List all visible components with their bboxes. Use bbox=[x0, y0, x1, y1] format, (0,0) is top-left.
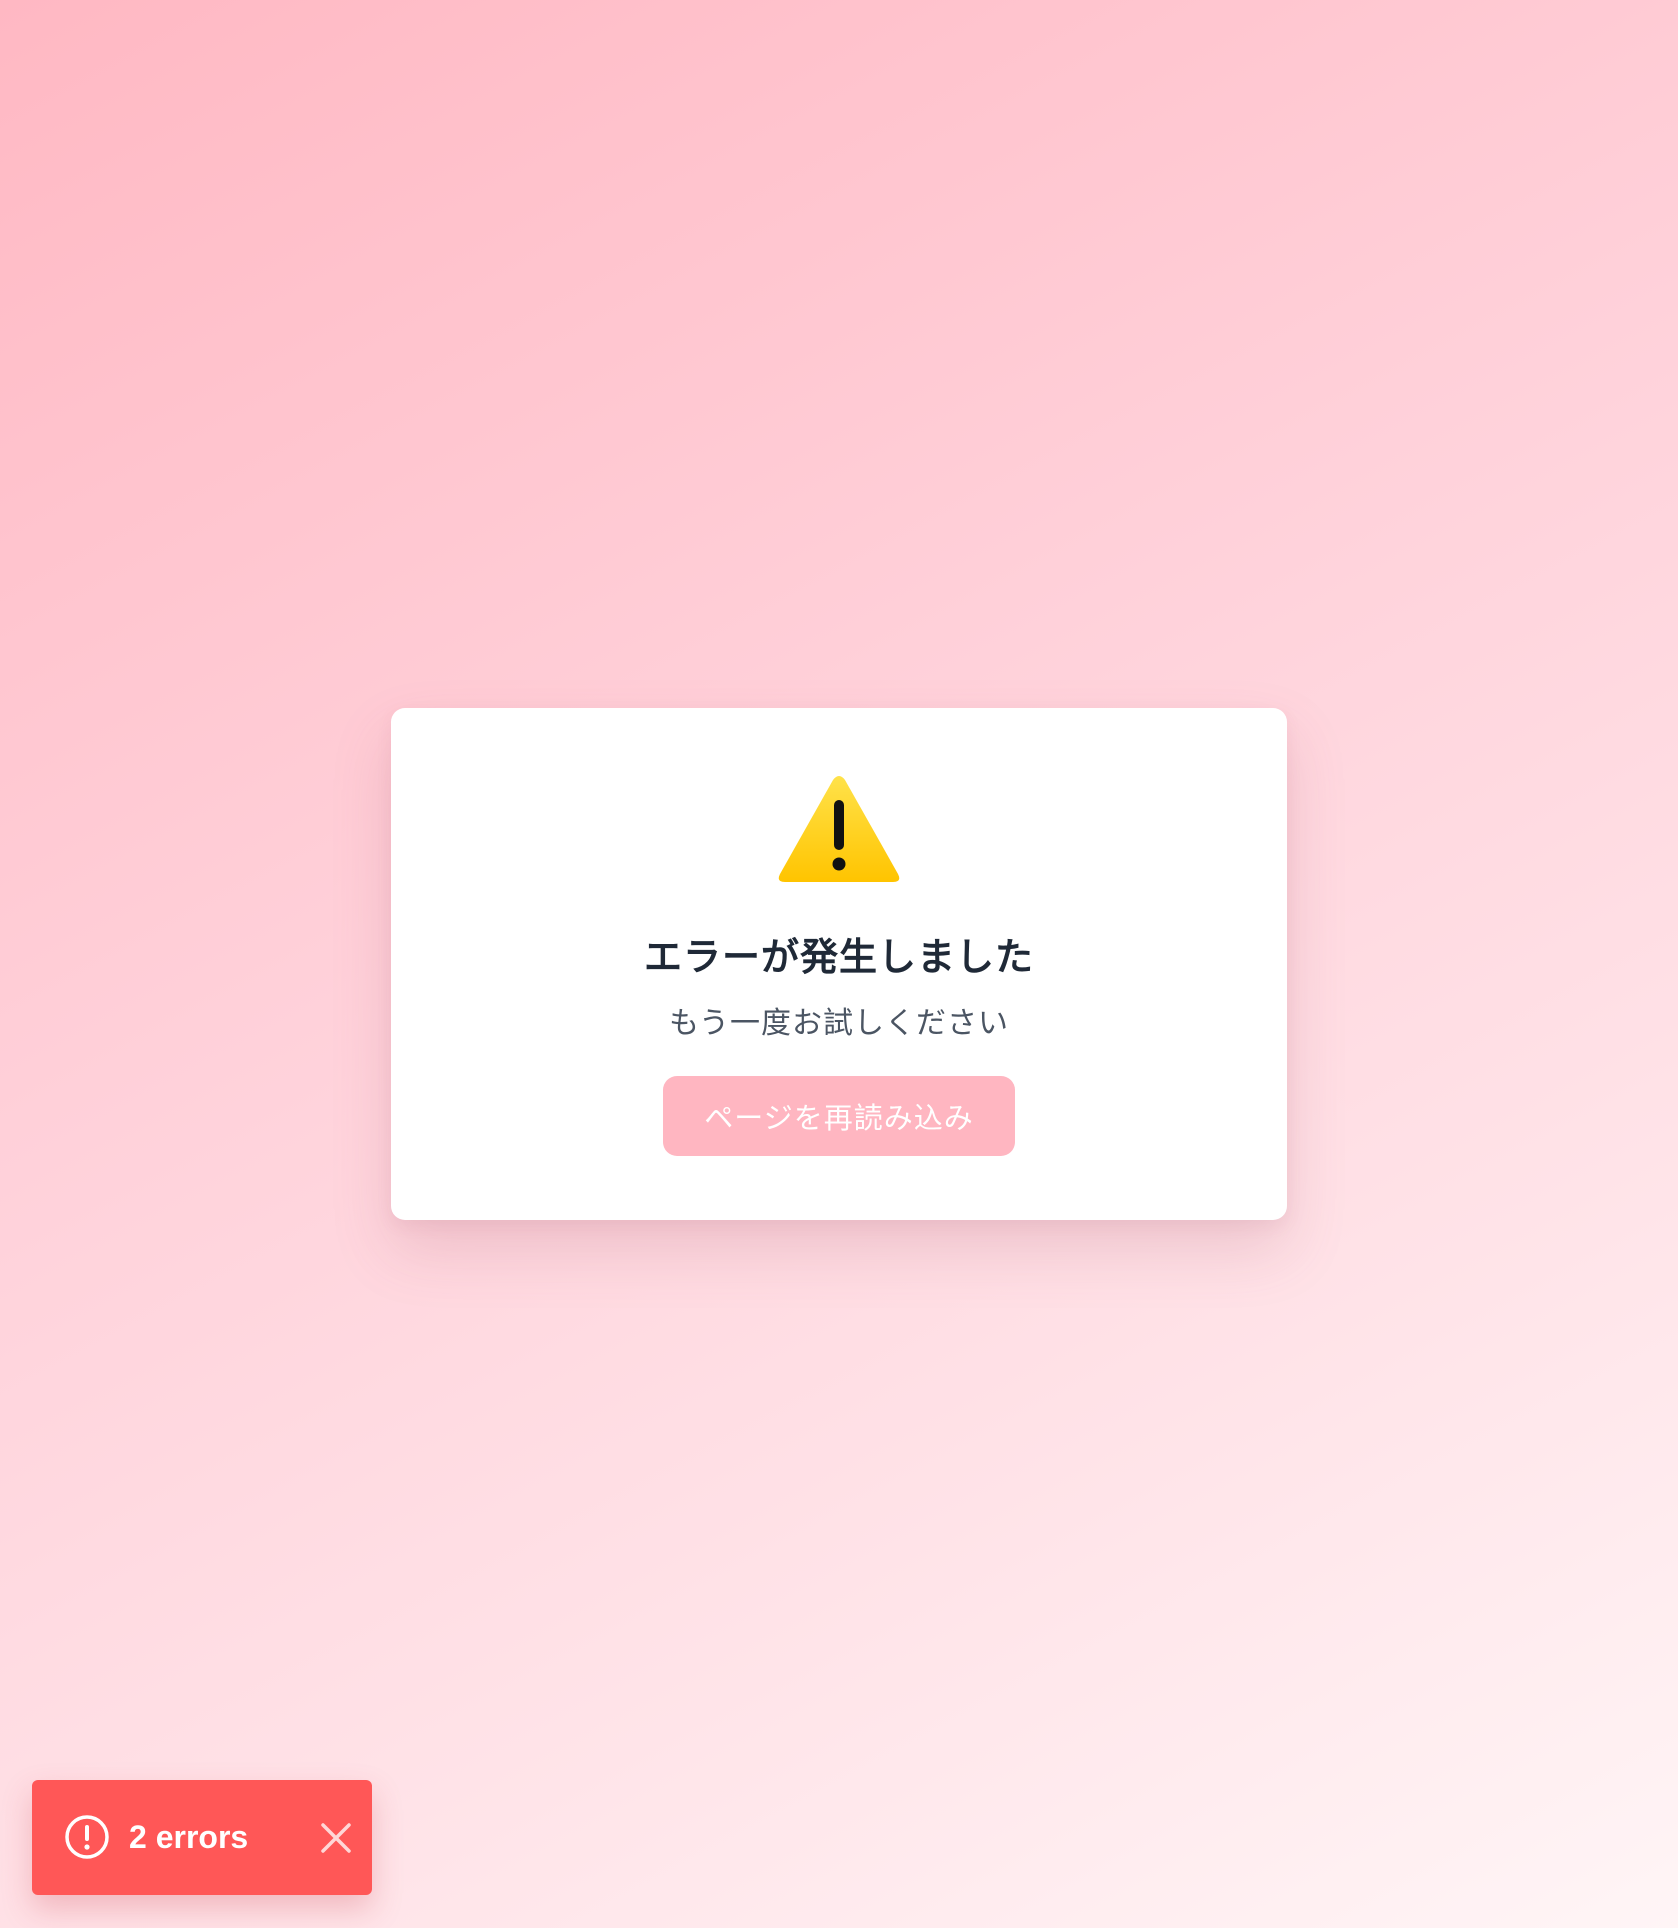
close-icon[interactable] bbox=[314, 1816, 358, 1860]
reload-page-button[interactable]: ページを再読み込み bbox=[663, 1076, 1015, 1156]
error-card: エラーが発生しました もう一度お試しください ページを再読み込み bbox=[391, 708, 1287, 1220]
error-toast[interactable]: 2 errors bbox=[32, 1780, 372, 1895]
alert-circle-icon bbox=[64, 1814, 110, 1860]
warning-icon bbox=[391, 774, 1287, 886]
error-title: エラーが発生しました bbox=[643, 935, 1034, 979]
error-message: もう一度お試しください bbox=[668, 1006, 1010, 1041]
error-count-label: 2 errors bbox=[129, 1819, 249, 1855]
